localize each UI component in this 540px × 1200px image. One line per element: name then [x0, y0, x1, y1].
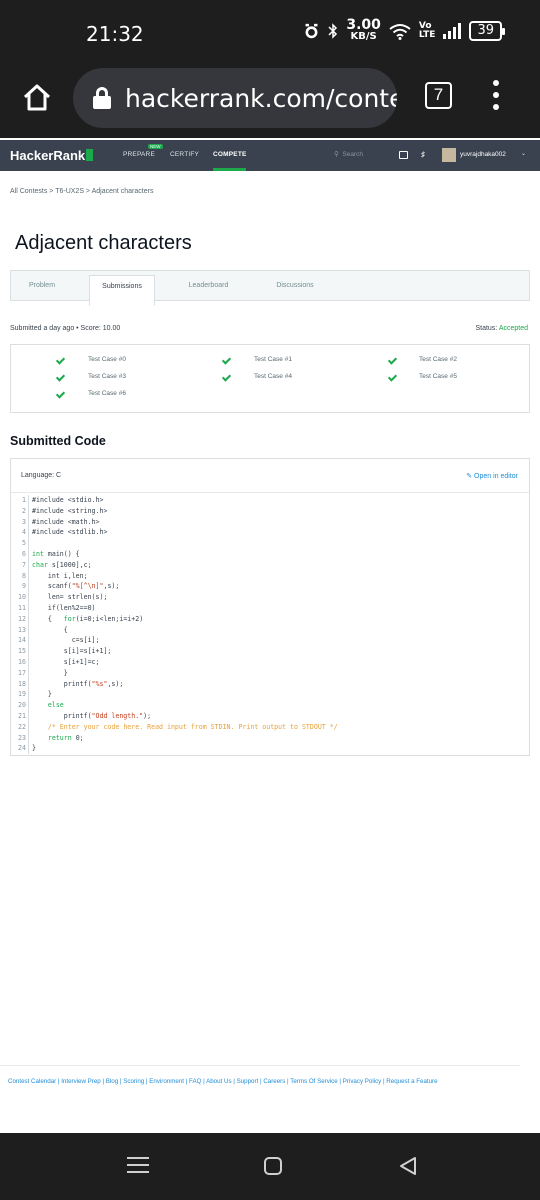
wifi-icon: [389, 23, 411, 40]
status-badge: Status: Accepted: [475, 325, 528, 332]
test-case-5[interactable]: Test Case #5: [419, 373, 457, 380]
clock: 21:32: [86, 22, 144, 46]
page-title: Adjacent characters: [15, 232, 192, 254]
footer-links[interactable]: Contest Calendar | Interview Prep | Blog…: [8, 1078, 438, 1085]
status-label: Status:: [475, 325, 499, 332]
battery-icon: 39: [469, 21, 505, 41]
code-block: 1 #include <stdio.h> 2 #include <string.h>…: [18, 495, 338, 755]
lock-icon: [93, 87, 111, 109]
open-in-editor-label: Open in editor: [474, 473, 518, 480]
net-speed: 3.00 KB/S: [346, 17, 381, 42]
nav-certify[interactable]: CERTIFY: [170, 151, 199, 158]
tabs-icon[interactable]: 7: [425, 82, 452, 109]
more-icon[interactable]: [493, 80, 501, 112]
logo-text: HackerRank: [10, 148, 86, 163]
active-nav-indicator: [213, 168, 246, 171]
bell-icon[interactable]: ♯: [421, 150, 425, 159]
browser-toolbar: hackerrank.com/contest 7: [0, 66, 540, 138]
breadcrumb[interactable]: All Contests > T6-UX2S > Adjacent charac…: [10, 188, 153, 195]
signal-icon: [443, 23, 462, 39]
status-value: Accepted: [498, 325, 528, 332]
search-icon: ⚲: [334, 151, 339, 158]
code-panel: Language: C ✎ Open in editor 1 #include <…: [10, 458, 530, 756]
url-text: hackerrank.com/contest: [125, 83, 397, 113]
check-icon: [222, 373, 230, 381]
volte-indicator: Vo LTE: [419, 22, 436, 40]
language-label: Language: C: [21, 472, 62, 479]
chevron-down-icon[interactable]: ⌄: [521, 150, 526, 157]
code-panel-header: Language: C ✎ Open in editor: [11, 459, 529, 493]
test-case-0[interactable]: Test Case #0: [88, 356, 126, 363]
status-bar: 21:32 3.00 KB/S Vo LTE 39: [0, 0, 540, 66]
check-icon: [222, 356, 230, 364]
bluetooth-icon: [328, 22, 338, 39]
edit-icon: ✎: [466, 473, 473, 480]
test-case-3[interactable]: Test Case #3: [88, 373, 126, 380]
search-placeholder: Search: [342, 151, 363, 158]
tab-leaderboard[interactable]: Leaderboard: [171, 271, 246, 300]
hackerrank-navbar: HackerRank NEW PREPARE CERTIFY COMPETE ⚲…: [0, 140, 540, 171]
username[interactable]: yuvrajdhaka002: [460, 151, 506, 158]
test-case-2[interactable]: Test Case #2: [419, 356, 457, 363]
check-icon: [388, 356, 396, 364]
status-icons: 3.00 KB/S Vo LTE 39: [303, 17, 505, 42]
chat-icon[interactable]: [399, 151, 408, 159]
avatar[interactable]: [442, 148, 456, 162]
url-bar[interactable]: hackerrank.com/contest: [73, 68, 397, 128]
alarm-icon: [305, 23, 318, 38]
net-speed-value: 3.00: [346, 17, 381, 33]
check-icon: [56, 356, 64, 364]
check-icon: [56, 373, 64, 381]
home-icon[interactable]: [22, 82, 52, 112]
test-case-1[interactable]: Test Case #1: [254, 356, 292, 363]
check-icon: [56, 390, 64, 398]
volte-bottom: LTE: [418, 30, 436, 40]
footer-divider: [0, 1065, 520, 1066]
test-case-list: Test Case #0 Test Case #1 Test Case #2 T…: [10, 344, 530, 413]
menu-icon[interactable]: [127, 1157, 149, 1178]
nav-compete[interactable]: COMPETE: [213, 151, 247, 158]
tab-discussions[interactable]: Discussions: [261, 271, 329, 300]
back-icon[interactable]: [398, 1156, 418, 1176]
open-in-editor-link[interactable]: ✎ Open in editor: [466, 472, 518, 480]
hackerrank-logo[interactable]: HackerRank: [10, 148, 94, 163]
home-square-icon[interactable]: [264, 1157, 282, 1175]
contest-tabs: Problem Submissions Leaderboard Discussi…: [10, 270, 530, 306]
nav-prepare[interactable]: PREPARE: [123, 151, 155, 158]
search-input[interactable]: ⚲ Search: [334, 150, 363, 158]
submitted-code-title: Submitted Code: [10, 434, 106, 448]
tab-problem[interactable]: Problem: [11, 271, 73, 300]
new-badge: NEW: [148, 144, 163, 149]
test-case-4[interactable]: Test Case #4: [254, 373, 292, 380]
check-icon: [388, 373, 396, 381]
tab-submissions[interactable]: Submissions: [89, 275, 155, 306]
net-speed-unit: KB/S: [350, 31, 377, 42]
submission-info: Submitted a day ago • Score: 10.00: [10, 325, 121, 332]
test-case-6[interactable]: Test Case #6: [88, 390, 126, 397]
